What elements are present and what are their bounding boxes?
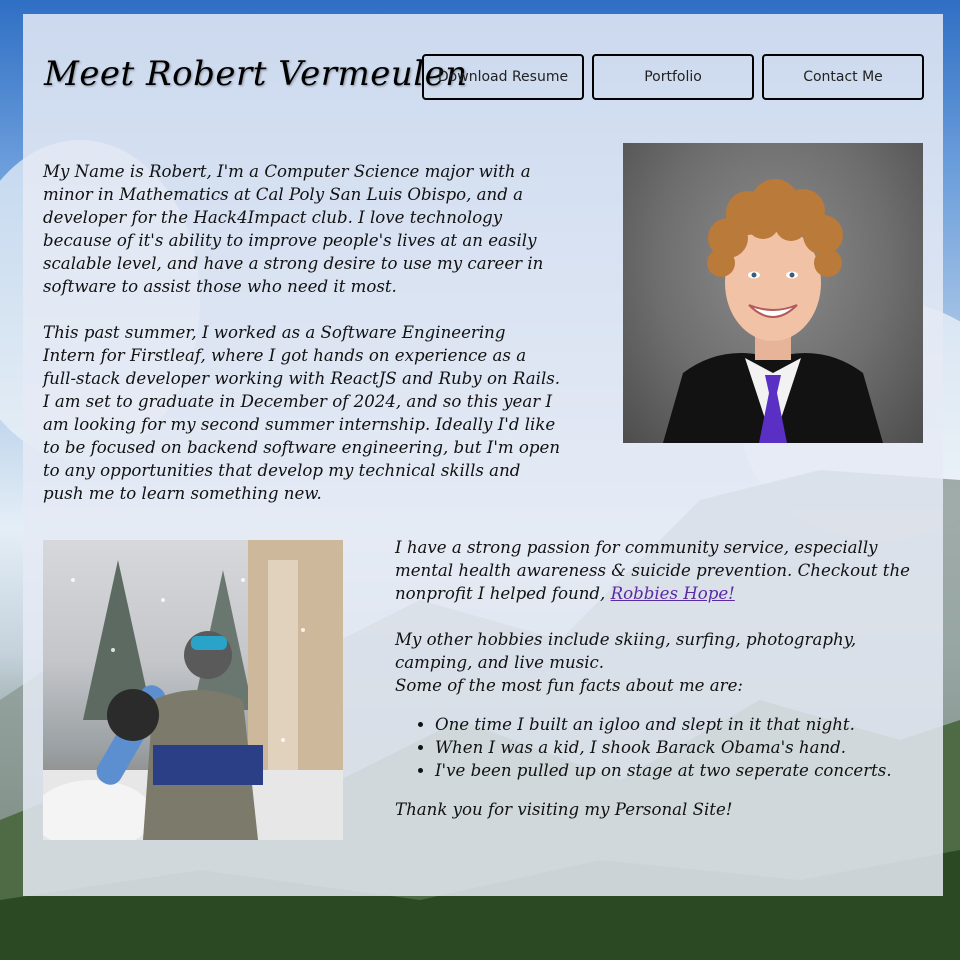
fun-facts-list: One time I built an igloo and slept in i… xyxy=(395,713,920,782)
list-item: When I was a kid, I shook Barack Obama's… xyxy=(435,736,920,759)
community-paragraph: I have a strong passion for community se… xyxy=(395,536,920,605)
fun-facts-intro: Some of the most fun facts about me are: xyxy=(395,676,744,695)
headshot-photo xyxy=(623,143,923,443)
list-item: One time I built an igloo and slept in i… xyxy=(435,713,920,736)
intro-paragraph-2: This past summer, I worked as a Software… xyxy=(43,323,561,503)
contact-me-button[interactable]: Contact Me xyxy=(762,54,924,100)
skiing-photo xyxy=(43,540,343,840)
page-title: Meet Robert Vermeulen xyxy=(44,54,468,94)
content-panel: Meet Robert Vermeulen Download Resume Po… xyxy=(23,14,943,896)
about-section: I have a strong passion for community se… xyxy=(395,536,920,821)
robbies-hope-link[interactable]: Robbies Hope! xyxy=(611,584,735,603)
download-resume-button[interactable]: Download Resume xyxy=(422,54,584,100)
hobbies-text: My other hobbies include skiing, surfing… xyxy=(395,630,857,672)
intro-section: My Name is Robert, I'm a Computer Scienc… xyxy=(43,160,563,528)
portfolio-button[interactable]: Portfolio xyxy=(592,54,754,100)
intro-paragraph-1: My Name is Robert, I'm a Computer Scienc… xyxy=(43,162,544,296)
list-item: I've been pulled up on stage at two sepe… xyxy=(435,759,920,782)
closing-text: Thank you for visiting my Personal Site! xyxy=(395,800,733,819)
